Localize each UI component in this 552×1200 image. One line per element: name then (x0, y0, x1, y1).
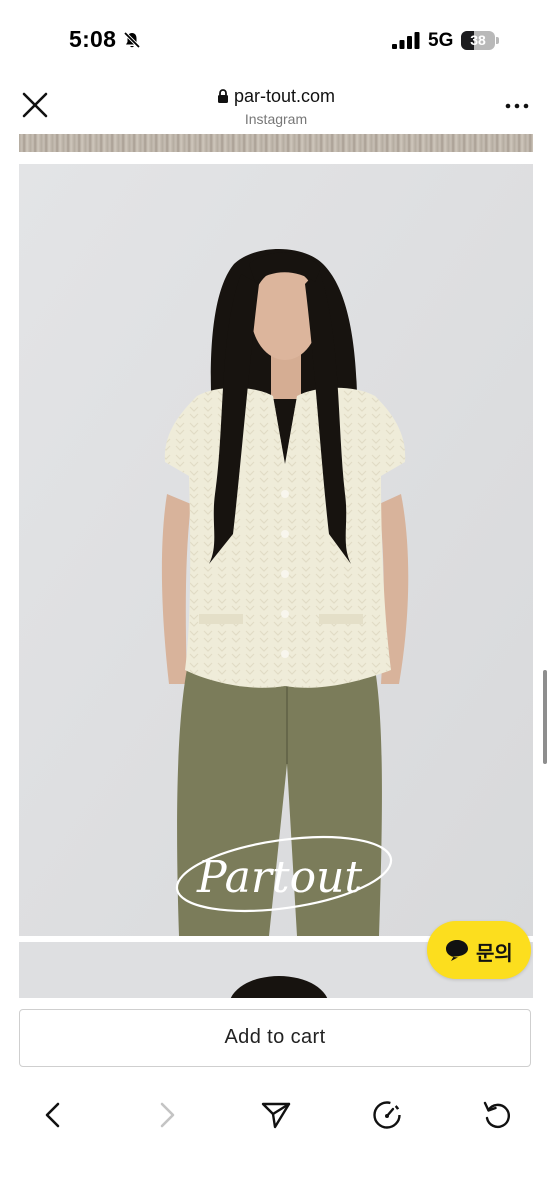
more-horizontal-icon[interactable] (504, 96, 530, 116)
status-bar: 5:08 5G 38 (0, 0, 552, 80)
status-time: 5:08 (69, 26, 117, 52)
signal-bars-icon (392, 32, 420, 49)
add-to-cart-button[interactable]: Add to cart (19, 1009, 531, 1067)
speech-bubble-icon (446, 940, 468, 961)
bell-slash-icon (123, 31, 141, 49)
back-arrow-icon[interactable] (38, 1099, 70, 1131)
chat-label: 문의 (476, 941, 513, 965)
network-type: 5G (428, 30, 454, 51)
lock-icon (217, 89, 228, 103)
url-bar[interactable]: par-tout.com (0, 86, 552, 107)
send-icon[interactable] (260, 1099, 292, 1131)
previous-product-image (19, 134, 533, 152)
battery-percent: 38 (470, 32, 486, 48)
forward-arrow-icon[interactable] (150, 1099, 182, 1131)
browser-toolbar (0, 1078, 552, 1200)
partout-logo: Partout (175, 836, 393, 912)
cart-bar: Add to cart (0, 998, 552, 1078)
svg-text:Partout: Partout (196, 852, 362, 903)
url-text: par-tout.com (233, 86, 336, 106)
battery-indicator: 38 (461, 31, 499, 50)
page-subtitle: Instagram (244, 111, 308, 127)
reload-icon[interactable] (481, 1099, 513, 1131)
product-photo: Partout (19, 164, 533, 936)
model-illustration (19, 164, 533, 936)
page-content[interactable]: Partout (0, 132, 552, 998)
scrollbar[interactable] (543, 670, 547, 764)
speed-gauge-icon[interactable] (371, 1099, 403, 1131)
browser-header: par-tout.com Instagram (0, 80, 552, 132)
inquiry-chat-button[interactable]: 문의 (427, 921, 531, 979)
